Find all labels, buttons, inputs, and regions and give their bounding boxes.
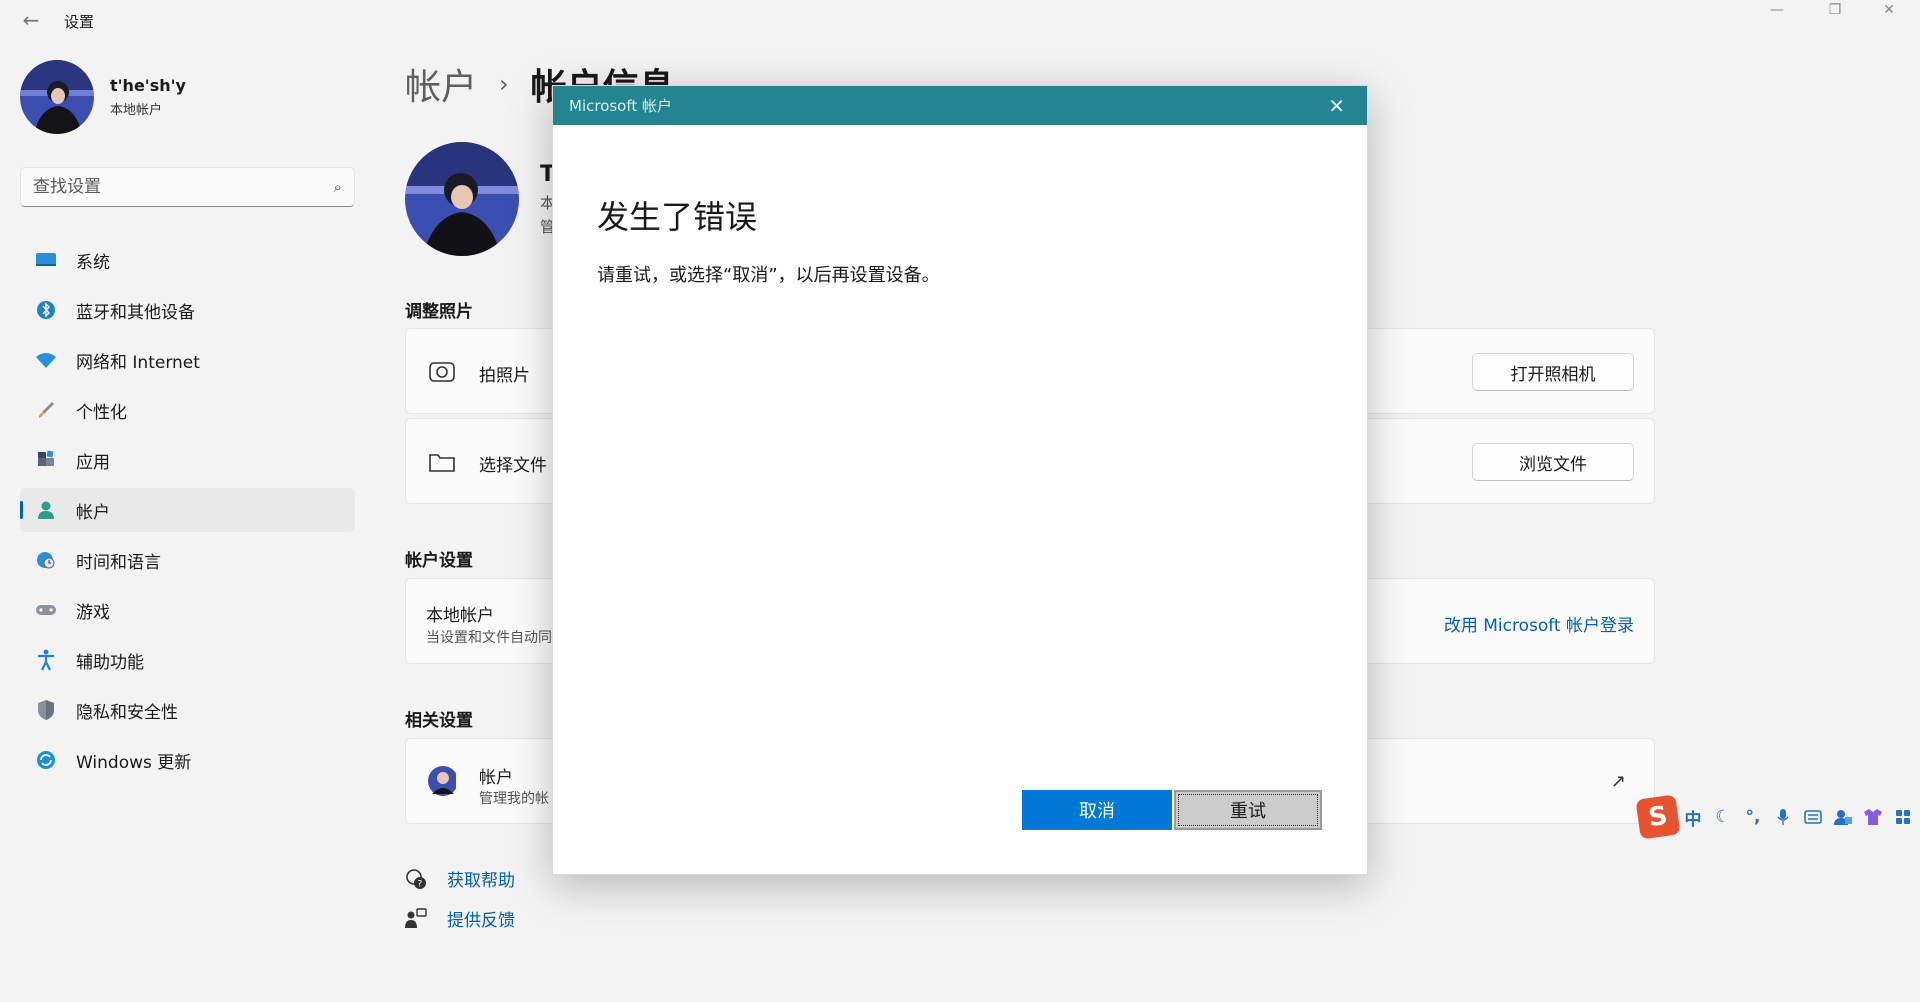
folder-icon [428,448,456,476]
accessibility-icon [34,648,58,672]
sidebar-item-label: 网络和 Internet [76,352,200,373]
microsoft-account-dialog: Microsoft 帐户 ✕ 发生了错误 请重试，或选择“取消”，以后再设置设备… [552,85,1368,875]
accounts-related-label: 帐户 [479,768,513,788]
retry-button[interactable]: 重试 [1174,790,1322,830]
ime-toolbar: S 中 ☾ °, [1635,794,1920,840]
feedback-label: 提供反馈 [447,911,515,931]
profile-name: t'he'sh'y [110,76,186,95]
local-account-description: 当设置和文件自动同 [426,630,552,646]
camera-icon [428,358,456,386]
sidebar-item-accessibility[interactable]: 辅助功能 [20,638,355,682]
feedback-icon [405,907,427,930]
local-account-label: 本地帐户 [426,606,494,626]
microphone-icon[interactable] [1768,802,1798,832]
sidebar-item-label: 个性化 [76,402,127,423]
shield-icon [34,698,58,722]
breadcrumb-separator: › [499,70,509,98]
bluetooth-icon [34,298,58,322]
maximize-button[interactable]: ❐ [1812,0,1858,20]
breadcrumb-parent[interactable]: 帐户 [405,58,477,110]
title-bar: ← 设置 — ❐ ✕ [0,0,1920,40]
back-arrow-icon: ← [22,8,40,32]
sidebar-item-bluetooth[interactable]: 蓝牙和其他设备 [20,288,355,332]
sidebar-profile: t'he'sh'y 本地帐户 [20,60,186,134]
moon-icon[interactable]: ☾ [1708,802,1738,832]
skin-icon[interactable] [1858,802,1888,832]
svg-text:?: ? [418,879,423,889]
sidebar-item-privacy[interactable]: 隐私和安全性 [20,688,355,732]
close-button[interactable]: ✕ [1866,0,1912,20]
take-photo-label: 拍照片 [479,366,530,386]
user-avatar-large [405,142,519,256]
sidebar-item-network[interactable]: 网络和 Internet [20,338,355,382]
sidebar-item-windows-update[interactable]: Windows 更新 [20,738,355,782]
choose-file-label: 选择文件 [479,456,547,476]
sidebar-item-label: Windows 更新 [76,752,192,773]
ime-punctuation-toggle[interactable]: °, [1738,802,1768,832]
accounts-related-description: 管理我的帐 [479,791,549,807]
wifi-icon [34,348,58,372]
get-help-link[interactable]: ? 获取帮助 [405,866,515,891]
minimize-button[interactable]: — [1754,0,1800,20]
external-link-icon: ↗ [1610,771,1626,792]
sidebar-item-label: 蓝牙和其他设备 [76,302,195,323]
sidebar-item-label: 应用 [76,452,110,473]
sidebar-item-apps[interactable]: 应用 [20,438,355,482]
open-camera-button[interactable]: 打开照相机 [1472,353,1634,391]
sidebar-item-gaming[interactable]: 游戏 [20,588,355,632]
ime-mode-toggle[interactable]: 中 [1678,802,1708,832]
help-icon: ? [405,868,427,890]
search-input[interactable] [33,177,334,197]
ime-logo-icon[interactable]: S [1635,794,1681,840]
browse-files-button[interactable]: 浏览文件 [1472,443,1634,481]
switch-to-microsoft-account-link[interactable]: 改用 Microsoft 帐户登录 [1444,611,1634,636]
dialog-title-bar: Microsoft 帐户 ✕ [553,86,1367,125]
keyboard-icon[interactable] [1798,802,1828,832]
user-settings-icon[interactable] [1828,802,1858,832]
minimize-icon: — [1770,2,1784,18]
brush-icon [34,398,58,422]
section-title-related: 相关设置 [405,711,473,731]
close-icon: ✕ [1883,2,1895,18]
search-box[interactable]: ⌕ [20,167,355,207]
sidebar-item-label: 帐户 [76,502,110,523]
search-icon[interactable]: ⌕ [334,178,342,196]
apps-icon [34,448,58,472]
restore-icon: ❐ [1828,2,1842,18]
sidebar-item-system[interactable]: 系统 [20,238,355,282]
profile-account-type: 本地帐户 [110,103,163,118]
avatar [20,60,94,134]
sidebar-item-accounts[interactable]: 帐户 [20,488,355,532]
sidebar-item-label: 游戏 [76,602,110,623]
person-icon [34,498,58,522]
cancel-button[interactable]: 取消 [1022,790,1172,830]
avatar [428,766,456,796]
grid-menu-icon[interactable] [1888,802,1918,832]
sidebar-item-label: 辅助功能 [76,652,144,673]
close-icon[interactable]: ✕ [1328,94,1345,118]
feedback-link[interactable]: 提供反馈 [405,906,515,931]
sidebar-item-time-language[interactable]: 时间和语言 [20,538,355,582]
sidebar-nav: 系统 蓝牙和其他设备 网络和 Internet 个性化 应用 帐户 时间和语言 … [20,238,355,788]
get-help-label: 获取帮助 [447,871,515,891]
dialog-message: 请重试，或选择“取消”，以后再设置设备。 [597,265,940,286]
dialog-heading: 发生了错误 [597,198,758,236]
sidebar-item-label: 隐私和安全性 [76,702,178,723]
globe-clock-icon [34,548,58,572]
dialog-title: Microsoft 帐户 [569,97,673,115]
sidebar-item-label: 系统 [76,252,110,273]
back-button[interactable]: ← [14,8,48,32]
sidebar-item-label: 时间和语言 [76,552,161,573]
monitor-icon [34,248,58,272]
app-title: 设置 [64,13,95,31]
update-icon [34,748,58,772]
section-title-photo: 调整照片 [405,302,473,322]
gamepad-icon [34,598,58,622]
sidebar-item-personalization[interactable]: 个性化 [20,388,355,432]
section-title-account-settings: 帐户设置 [405,551,473,571]
